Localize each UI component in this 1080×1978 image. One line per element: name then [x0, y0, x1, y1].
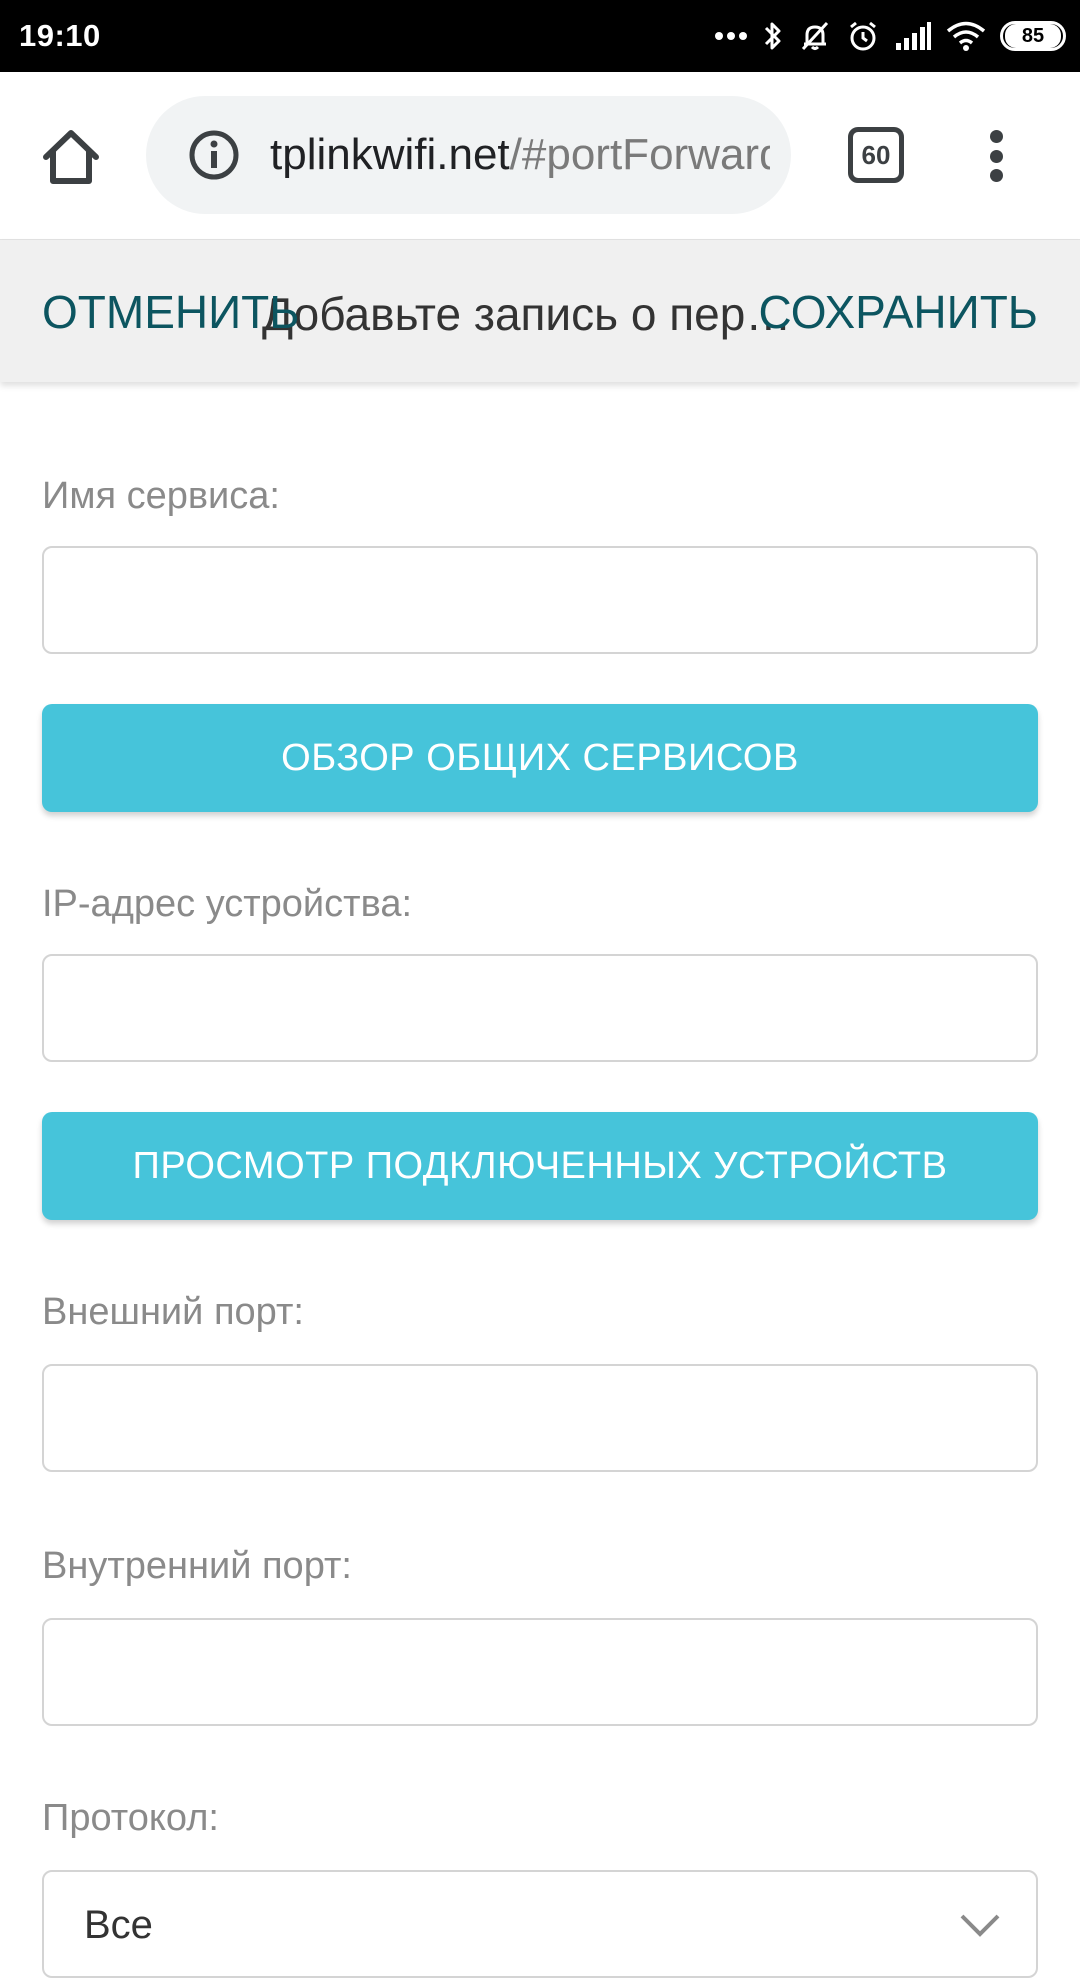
wifi-icon	[946, 20, 986, 52]
internal-port-input[interactable]	[42, 1618, 1038, 1726]
cancel-button[interactable]: ОТМЕНИТЬ	[42, 284, 299, 340]
browser-toolbar: tplinkwifi.net/#portForwarding 60	[0, 72, 1080, 240]
save-button[interactable]: СОХРАНИТЬ	[759, 284, 1038, 340]
external-port-input[interactable]	[42, 1364, 1038, 1472]
status-bar: 19:10 85	[0, 0, 1080, 72]
url-host: tplinkwifi.net	[270, 130, 510, 179]
more-dots-icon	[714, 31, 748, 41]
info-icon[interactable]	[188, 129, 240, 181]
home-icon	[43, 130, 99, 184]
service-name-label: Имя сервиса:	[42, 475, 280, 517]
overflow-menu-icon[interactable]	[972, 124, 1020, 188]
browse-common-services-button[interactable]: ОБЗОР ОБЩИХ СЕРВИСОВ	[42, 704, 1038, 812]
menu-dot	[989, 149, 1003, 163]
url-text[interactable]: tplinkwifi.net/#portForwarding	[270, 128, 770, 182]
url-path: /#portForwarding	[509, 130, 770, 179]
tab-switcher-icon[interactable]: 60	[848, 127, 904, 183]
signal-icon	[894, 21, 932, 51]
chevron-down-icon	[960, 1914, 1000, 1937]
home-button[interactable]	[38, 124, 104, 190]
protocol-label: Протокол:	[42, 1797, 219, 1839]
muted-bell-icon	[798, 19, 832, 53]
address-bar[interactable]: tplinkwifi.net/#portForwarding	[146, 96, 791, 214]
menu-dot	[989, 130, 1003, 143]
battery-icon: 85	[1000, 21, 1066, 51]
device-ip-label: IP-адрес устройства:	[42, 883, 413, 925]
internal-port-label: Внутренний порт:	[42, 1545, 352, 1587]
battery-level: 85	[1005, 24, 1061, 48]
page-title: Добавьте запись о переадресации портов	[262, 288, 796, 340]
view-connected-devices-button[interactable]: ПРОСМОТР ПОДКЛЮЧЕННЫХ УСТРОЙСТВ	[42, 1112, 1038, 1220]
menu-dot	[989, 169, 1003, 182]
protocol-selected-value: Все	[84, 1903, 153, 1947]
device-ip-input[interactable]	[42, 954, 1038, 1062]
action-bar: Добавьте запись о переадресации портов О…	[0, 240, 1080, 382]
bluetooth-icon	[762, 19, 784, 53]
protocol-select[interactable]: Все	[42, 1870, 1038, 1978]
tab-count: 60	[861, 140, 891, 170]
status-icons: 85	[714, 14, 1066, 58]
external-port-label: Внешний порт:	[42, 1291, 304, 1333]
status-time: 19:10	[19, 18, 101, 53]
alarm-icon	[846, 19, 880, 53]
service-name-input[interactable]	[42, 546, 1038, 654]
